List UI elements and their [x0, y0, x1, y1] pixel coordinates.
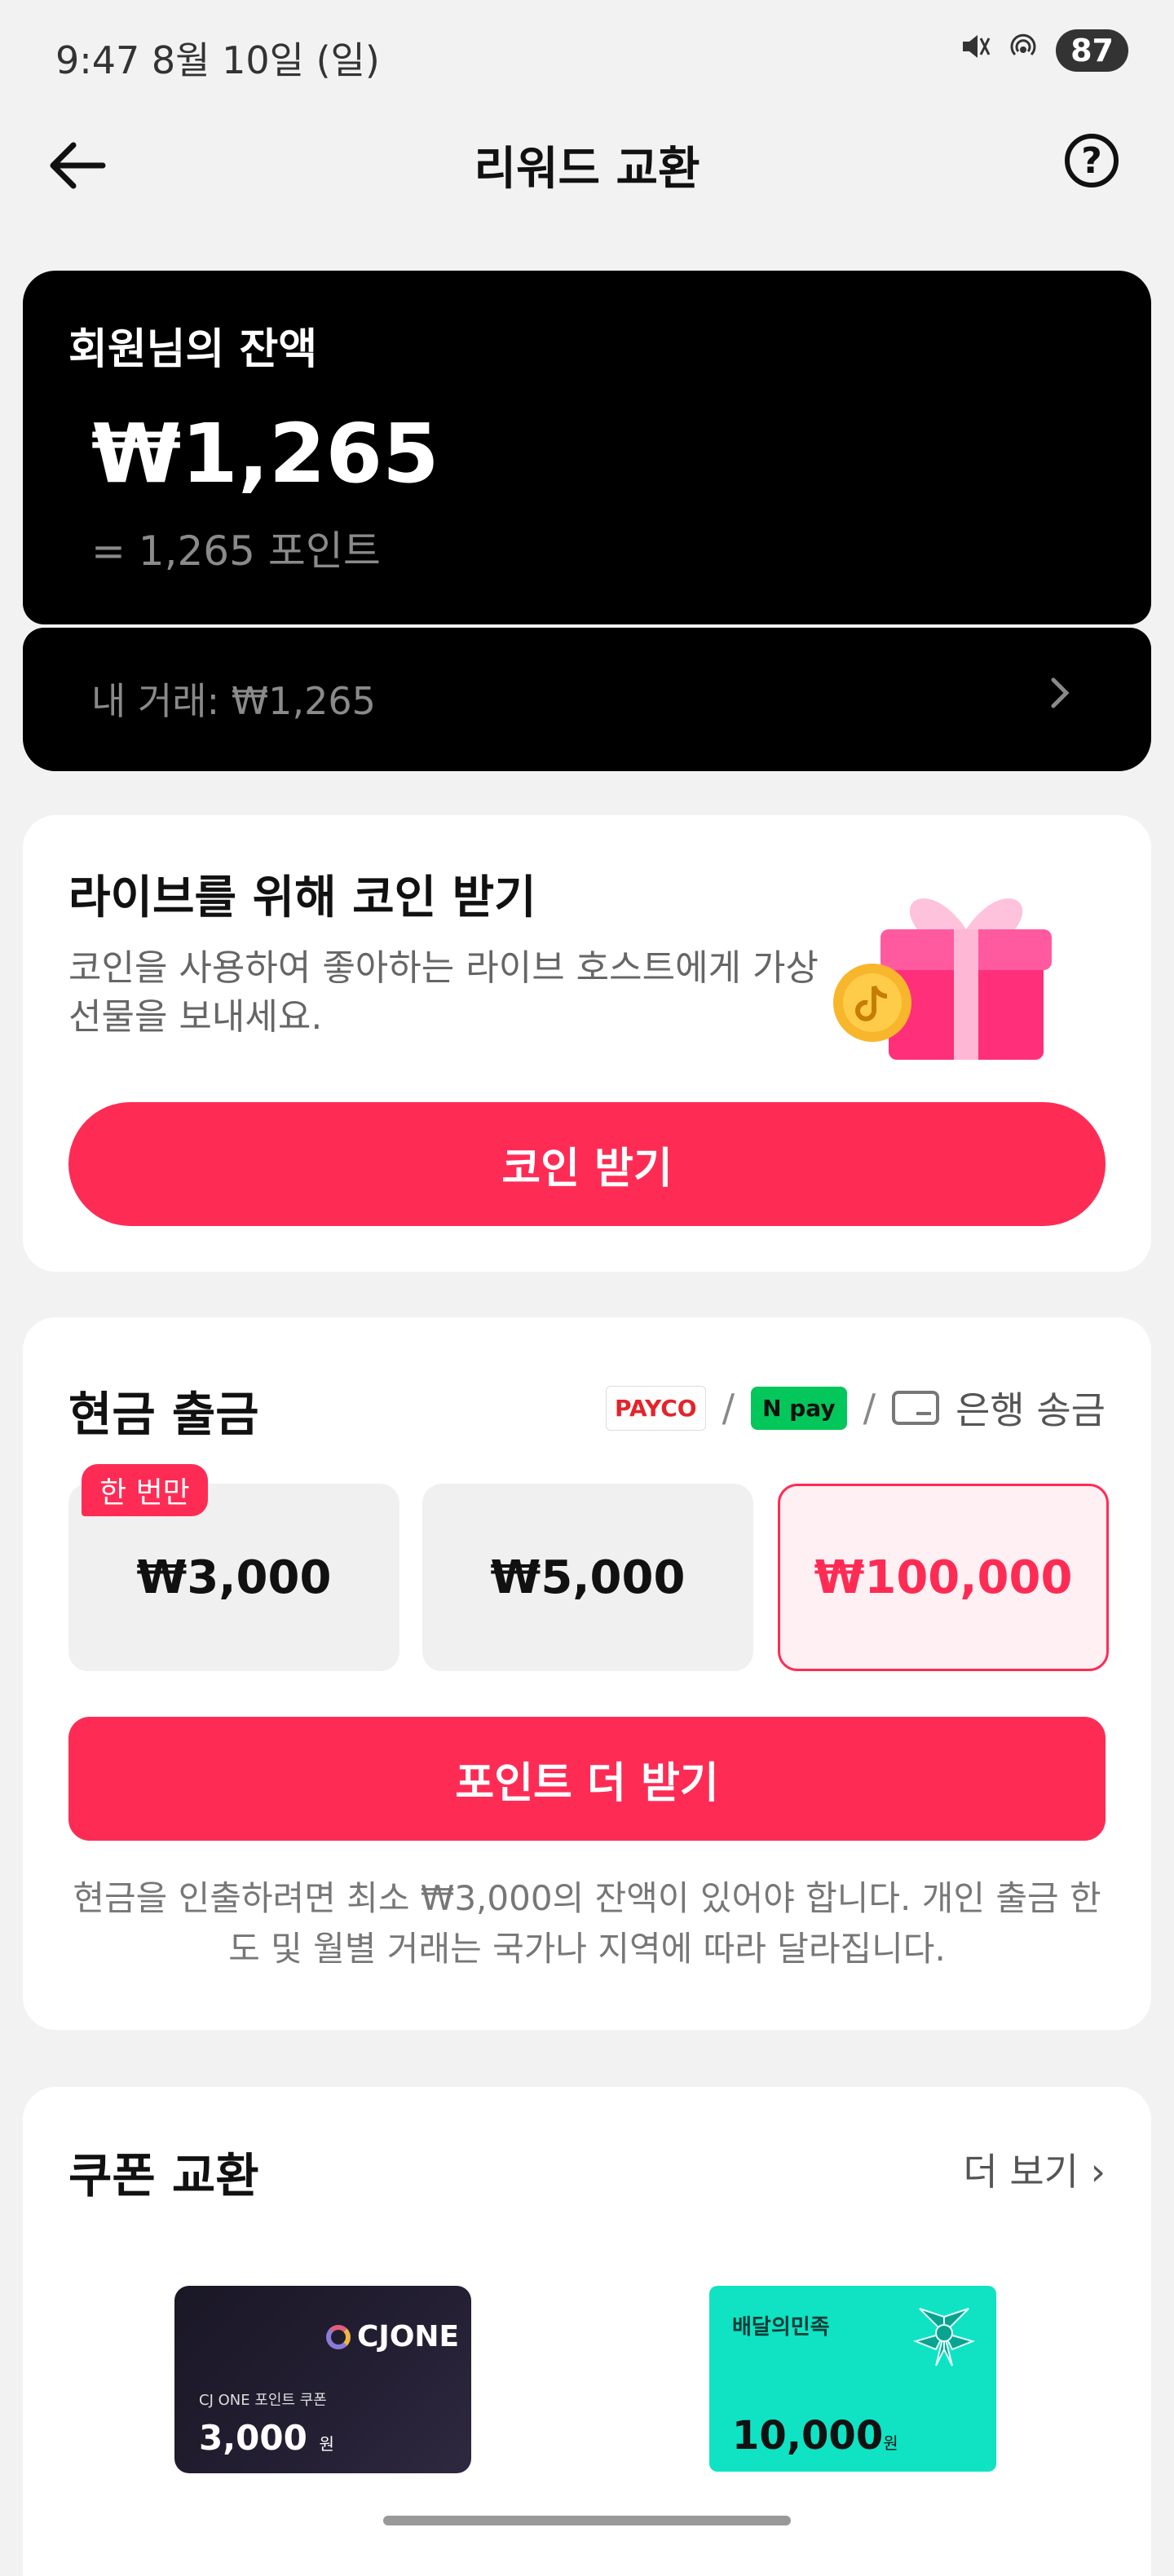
amount-option-100000[interactable]: ₩100,000	[778, 1484, 1109, 1671]
payment-methods: PAYCO / N pay / 은행 송금	[606, 1381, 1106, 1435]
coin-description: 코인을 사용하여 좋아하는 라이브 호스트에게 가상 선물을 보내세요.	[68, 947, 819, 1038]
credit-card-icon	[892, 1391, 940, 1425]
cjone-ring-icon	[326, 2324, 351, 2349]
baemin-amount-value: 10,000	[732, 2413, 884, 2459]
status-icons: 87	[958, 29, 1128, 72]
cashout-title: 현금 출금	[68, 1387, 259, 1442]
see-more-link[interactable]: 더 보기 ›	[963, 2142, 1106, 2196]
balance-label: 회원님의 잔액	[68, 325, 318, 374]
once-only-badge: 한 번만	[82, 1464, 208, 1516]
chevron-right-icon	[1048, 675, 1073, 711]
hotspot-icon	[1007, 30, 1039, 71]
cjone-logo: CJONE	[326, 2320, 459, 2353]
help-button[interactable]: ?	[1065, 134, 1119, 187]
cjone-unit: 원	[319, 2434, 334, 2454]
separator: /	[722, 1386, 735, 1430]
cjone-brand: CJONE	[357, 2320, 460, 2353]
coupon-title: 쿠폰 교환	[68, 2148, 259, 2203]
npay-badge: N	[762, 1394, 782, 1422]
cjone-subtitle: CJ ONE 포인트 쿠폰	[199, 2392, 327, 2409]
balance-points: = 1,265 포인트	[91, 527, 381, 575]
transactions-label: 내 거래: ₩1,265	[91, 679, 376, 723]
page-title: 리워드 교환	[474, 143, 700, 196]
coin-title: 라이브를 위해 코인 받기	[68, 871, 536, 924]
balance-amount: ₩1,265	[91, 406, 439, 501]
baemin-amount: 10,000원	[732, 2413, 898, 2459]
npay-text: pay	[789, 1394, 836, 1422]
question-circle-icon: ?	[1081, 139, 1102, 182]
battery-indicator: 87	[1056, 29, 1128, 72]
cjone-amount: 3,000 원	[199, 2418, 334, 2458]
baemin-logo: 배달의민족	[732, 2315, 830, 2340]
ribbon-bow-icon	[903, 2292, 985, 2374]
get-coins-button[interactable]: 코인 받기	[68, 1102, 1106, 1226]
mute-icon	[958, 30, 991, 71]
cjone-amount-value: 3,000	[199, 2418, 307, 2458]
gift-icon	[823, 864, 1068, 1068]
baemin-unit: 원	[883, 2433, 898, 2453]
amount-option-5000[interactable]: ₩5,000	[422, 1484, 753, 1671]
home-indicator[interactable]	[383, 2516, 791, 2525]
npay-logo: N pay	[751, 1386, 847, 1430]
get-more-points-button[interactable]: 포인트 더 받기	[68, 1717, 1106, 1841]
payco-logo: PAYCO	[606, 1385, 706, 1431]
status-time: 9:47 8월 10일 (일)	[55, 38, 380, 82]
separator: /	[863, 1386, 876, 1430]
cashout-note: 현금을 인출하려면 최소 ₩3,000의 잔액이 있어야 합니다. 개인 출금 …	[73, 1878, 1101, 1969]
bank-transfer-label: 은행 송금	[956, 1388, 1106, 1432]
